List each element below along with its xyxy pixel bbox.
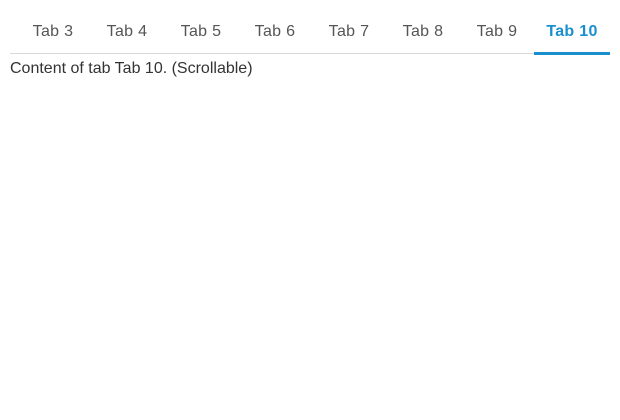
active-tab-indicator bbox=[534, 52, 610, 55]
tab-10[interactable]: Tab 10 bbox=[536, 10, 608, 53]
tab-6[interactable]: Tab 6 bbox=[244, 10, 306, 53]
tab-3[interactable]: Tab 3 bbox=[22, 10, 84, 53]
tab-4[interactable]: Tab 4 bbox=[96, 10, 158, 53]
tab-view: Tab 3 Tab 4 Tab 5 Tab 6 Tab 7 Tab 8 Tab … bbox=[0, 0, 620, 420]
tab-5[interactable]: Tab 5 bbox=[170, 10, 232, 53]
tab-7[interactable]: Tab 7 bbox=[318, 10, 380, 53]
tab-9[interactable]: Tab 9 bbox=[466, 10, 528, 53]
tab-8[interactable]: Tab 8 bbox=[392, 10, 454, 53]
tab-strip: Tab 3 Tab 4 Tab 5 Tab 6 Tab 7 Tab 8 Tab … bbox=[10, 10, 610, 55]
tab-content: Content of tab Tab 10. (Scrollable) bbox=[10, 60, 253, 77]
